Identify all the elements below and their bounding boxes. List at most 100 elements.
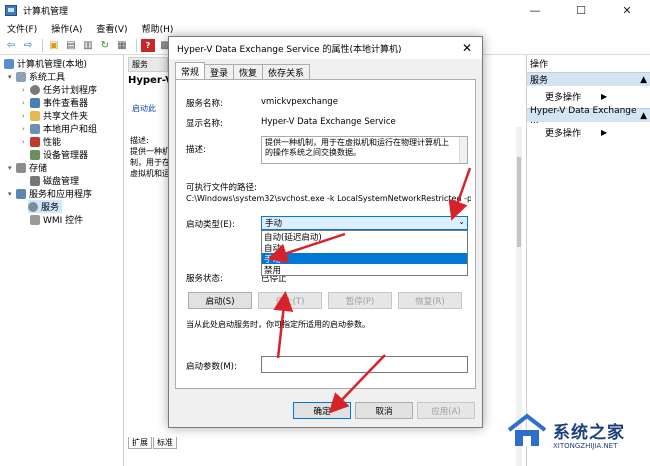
watermark-subtext: XITONGZHIJIA.NET <box>553 442 618 450</box>
startup-option-selected[interactable]: 手动 <box>262 253 467 265</box>
tree-label: 磁盘管理 <box>43 177 80 187</box>
services-apps-icon <box>16 188 26 199</box>
maximize-button[interactable]: ☐ <box>558 0 604 20</box>
tree-device-manager[interactable]: 设备管理器 <box>30 148 88 161</box>
start-button[interactable]: 启动(S) <box>188 292 252 309</box>
help-icon[interactable]: ? <box>141 38 155 52</box>
service-header: Hyper-V <box>128 75 173 86</box>
service-properties-dialog: Hyper-V Data Exchange Service 的属性(本地计算机)… <box>168 36 483 428</box>
wmi-icon <box>30 214 40 225</box>
minimize-button[interactable]: — <box>512 0 558 20</box>
tree-disk-management[interactable]: 磁盘管理 <box>30 174 79 187</box>
toolbar-separator <box>136 38 137 52</box>
back-icon[interactable]: ⇦ <box>4 39 18 52</box>
tab-extended[interactable]: 扩展 <box>128 437 152 449</box>
tree-label: 任务计划程序 <box>43 86 98 96</box>
collapse-up-icon[interactable]: ▲ <box>640 75 647 85</box>
startup-option[interactable]: 自动 <box>262 242 467 254</box>
path-label: 可执行文件的路径: <box>186 183 257 193</box>
collapse-icon[interactable]: ▾ <box>8 164 16 172</box>
show-tree-icon[interactable]: ▤ <box>64 39 78 52</box>
services-tab[interactable]: 服务 <box>128 57 168 72</box>
tab-logon[interactable]: 登录 <box>204 64 235 80</box>
tree-system-tools[interactable]: ▾ 系统工具 <box>8 70 65 83</box>
tree-label: WMI 控件 <box>43 216 84 226</box>
properties-icon[interactable]: ▥ <box>81 39 95 52</box>
tab-dependencies[interactable]: 依存关系 <box>262 64 311 80</box>
tree-label: 系统工具 <box>29 73 66 83</box>
tree-performance[interactable]: › 性能 <box>22 135 61 148</box>
expand-icon[interactable]: › <box>22 99 30 107</box>
startup-option[interactable]: 自动(延迟启动) <box>262 231 467 243</box>
actions-section-services[interactable]: 服务 ▲ <box>527 72 650 86</box>
watermark-text: 系统之家 <box>553 423 625 443</box>
close-button[interactable]: ✕ <box>604 0 650 20</box>
tree-services-apps[interactable]: ▾ 服务和应用程序 <box>8 187 92 200</box>
scrollbar-thumb[interactable] <box>517 157 521 247</box>
collapse-icon[interactable]: ▾ <box>8 73 16 81</box>
tree-root[interactable]: 计算机管理(本地) <box>4 57 87 70</box>
ok-button[interactable]: 确定 <box>293 402 351 419</box>
menu-action[interactable]: 操作(A) <box>44 22 89 35</box>
tree-services[interactable]: 服务 <box>28 200 63 213</box>
chevron-down-icon[interactable]: ⌄ <box>458 217 465 226</box>
more-actions-hyperv[interactable]: 更多操作 ▶ <box>545 126 607 139</box>
disk-icon <box>30 175 40 186</box>
actions-section-hyperv[interactable]: Hyper-V Data Exchange ... ▲ <box>527 106 650 126</box>
forward-icon[interactable]: ⇨ <box>21 39 35 52</box>
expand-icon[interactable]: › <box>22 125 30 133</box>
tab-general[interactable]: 常规 <box>175 62 206 80</box>
collapse-up-icon[interactable]: ▲ <box>640 111 647 121</box>
tree-event-viewer[interactable]: › 事件查看器 <box>22 96 88 109</box>
more-actions-services[interactable]: 更多操作 ▶ <box>545 90 607 103</box>
dialog-tabs: 常规 登录 恢复 依存关系 <box>175 62 311 80</box>
tree-shared-folders[interactable]: › 共享文件夹 <box>22 109 88 122</box>
display-name-label: 显示名称: <box>186 119 223 129</box>
expand-icon[interactable]: › <box>22 138 30 146</box>
apply-button[interactable]: 应用(A) <box>417 402 475 419</box>
service-status-label: 服务状态: <box>186 274 223 284</box>
tab-recovery[interactable]: 恢复 <box>233 64 264 80</box>
tree-label: 事件查看器 <box>43 99 89 109</box>
tree-label: 共享文件夹 <box>43 112 89 122</box>
dialog-close-button[interactable]: ✕ <box>452 37 482 59</box>
up-folder-icon[interactable]: ▣ <box>47 39 61 52</box>
section-label: Hyper-V Data Exchange ... <box>530 105 637 126</box>
startup-type-select[interactable]: 手动 ⌄ <box>261 216 468 230</box>
tree-task-scheduler[interactable]: › 任务计划程序 <box>22 83 97 96</box>
pause-button[interactable]: 暂停(P) <box>328 292 392 309</box>
refresh-icon[interactable]: ↻ <box>98 39 112 52</box>
collapse-icon[interactable]: ▾ <box>8 190 16 198</box>
title-bar: 计算机管理 — ☐ ✕ <box>0 0 650 20</box>
stop-button[interactable]: 停止(T) <box>258 292 322 309</box>
tree-label: 存储 <box>29 164 48 174</box>
description-box[interactable]: 提供一种机制，用于在虚拟机和运行在物理计算机上的操作系统之间交换数据。 <box>261 136 468 164</box>
tree-storage[interactable]: ▾ 存储 <box>8 161 47 174</box>
menu-help[interactable]: 帮助(H) <box>135 22 181 35</box>
actions-title: 操作 <box>530 60 549 70</box>
display-name-value: Hyper-V Data Exchange Service <box>261 117 396 127</box>
house-logo-icon <box>507 413 547 446</box>
more-actions-label: 更多操作 <box>545 93 582 103</box>
startup-params-label: 启动参数(M): <box>186 362 237 372</box>
description-scrollbar[interactable] <box>459 137 467 163</box>
tab-standard[interactable]: 标准 <box>153 437 177 449</box>
folder-icon <box>30 110 40 121</box>
section-label: 服务 <box>530 76 549 86</box>
expand-icon[interactable]: › <box>22 86 30 94</box>
startup-params-input[interactable] <box>261 356 468 373</box>
cancel-button[interactable]: 取消 <box>355 402 413 419</box>
expand-icon[interactable]: › <box>22 112 30 120</box>
service-name-value: vmickvpexchange <box>261 97 338 107</box>
export-icon[interactable]: ▦ <box>115 39 129 52</box>
device-manager-icon <box>30 149 40 160</box>
menu-view[interactable]: 查看(V) <box>89 22 134 35</box>
startup-option[interactable]: 禁用 <box>262 264 467 276</box>
resume-button[interactable]: 恢复(R) <box>398 292 462 309</box>
start-service-link[interactable]: 启动此 <box>132 103 156 114</box>
services-tab-label: 服务 <box>132 60 148 69</box>
menu-file[interactable]: 文件(F) <box>0 22 44 35</box>
gear-icon <box>28 201 38 212</box>
tree-wmi[interactable]: WMI 控件 <box>30 213 83 226</box>
tree-local-users[interactable]: › 本地用户和组 <box>22 122 97 135</box>
